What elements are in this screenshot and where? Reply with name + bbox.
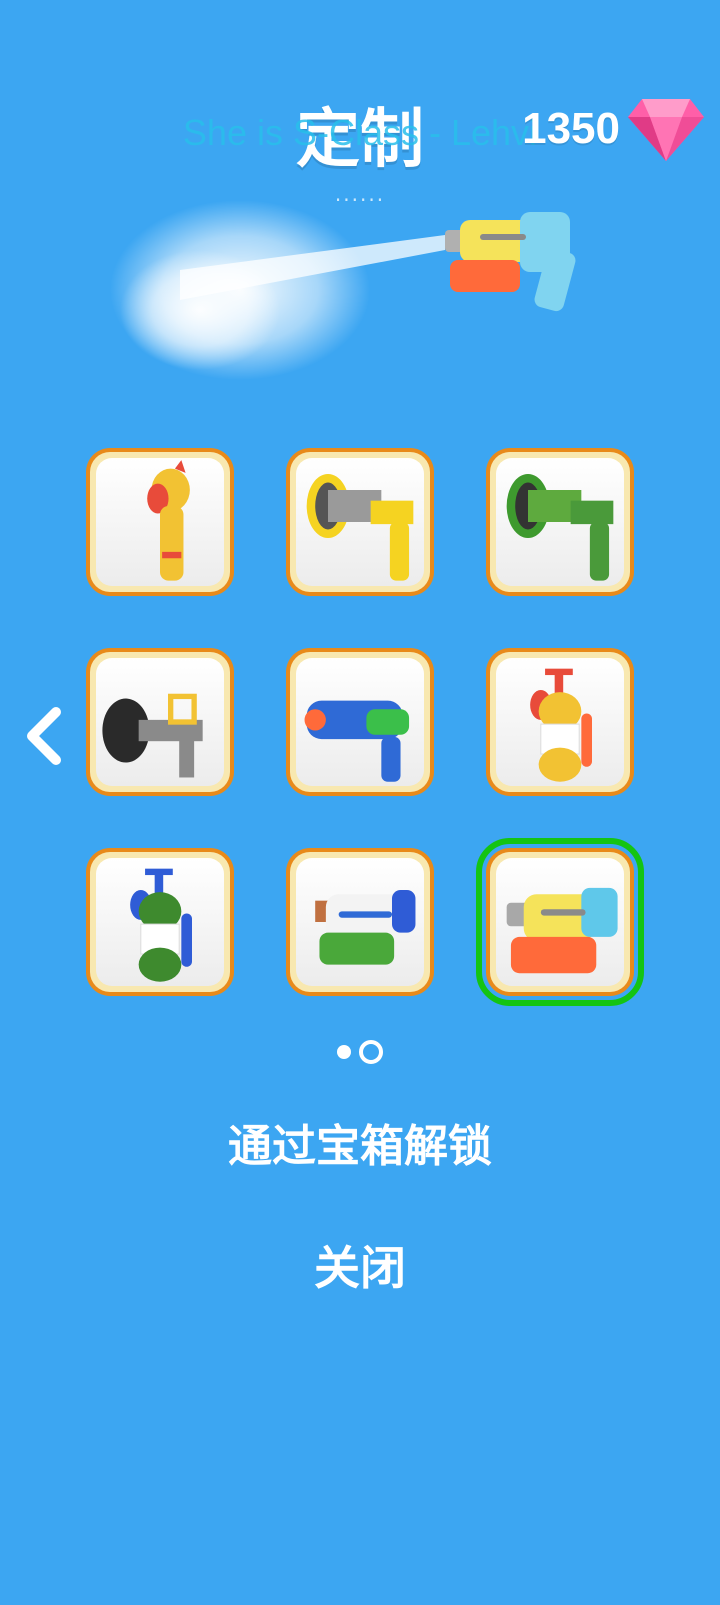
- green-nozzle-icon: [506, 474, 614, 581]
- grid-item-green-pump[interactable]: [86, 848, 234, 996]
- rubber-chicken-icon: [147, 460, 190, 581]
- blue-pistol-icon: [304, 700, 410, 782]
- grid-item-green-nozzle[interactable]: [486, 448, 634, 596]
- white-blaster-icon: [315, 890, 416, 965]
- close-button[interactable]: 关闭: [0, 1232, 720, 1298]
- grid-item-blue-pistol[interactable]: [286, 648, 434, 796]
- page-dot-2-active[interactable]: [359, 1040, 383, 1064]
- pink-gem-icon: [628, 99, 704, 161]
- grid-item-yellow-pump[interactable]: [486, 648, 634, 796]
- grid-item-fire-hose[interactable]: [86, 648, 234, 796]
- green-pump-icon: [130, 868, 192, 982]
- yellow-nozzle-icon: [306, 474, 414, 581]
- grid-item-yellow-nozzle[interactable]: [286, 448, 434, 596]
- chevron-left-icon[interactable]: [22, 706, 66, 766]
- yellow-blaster-icon: [506, 887, 618, 974]
- grid-item-yellow-blaster-selected[interactable]: [476, 838, 644, 1006]
- gem-counter: 1350: [522, 95, 706, 163]
- black-nozzle-icon: [102, 693, 203, 778]
- page-indicator: [0, 1040, 720, 1064]
- grid-item-rubber-chicken[interactable]: [86, 448, 234, 596]
- weapon-grid: [86, 448, 644, 1006]
- preview-blaster-icon: [445, 212, 576, 312]
- grid-item-white-blaster[interactable]: [286, 848, 434, 996]
- page-dot-1[interactable]: [337, 1045, 351, 1059]
- unlock-via-chest-label[interactable]: 通过宝箱解锁: [0, 1110, 720, 1174]
- gem-amount: 1350: [522, 104, 620, 153]
- yellow-pump-icon: [530, 668, 592, 782]
- weapon-preview: [110, 200, 576, 380]
